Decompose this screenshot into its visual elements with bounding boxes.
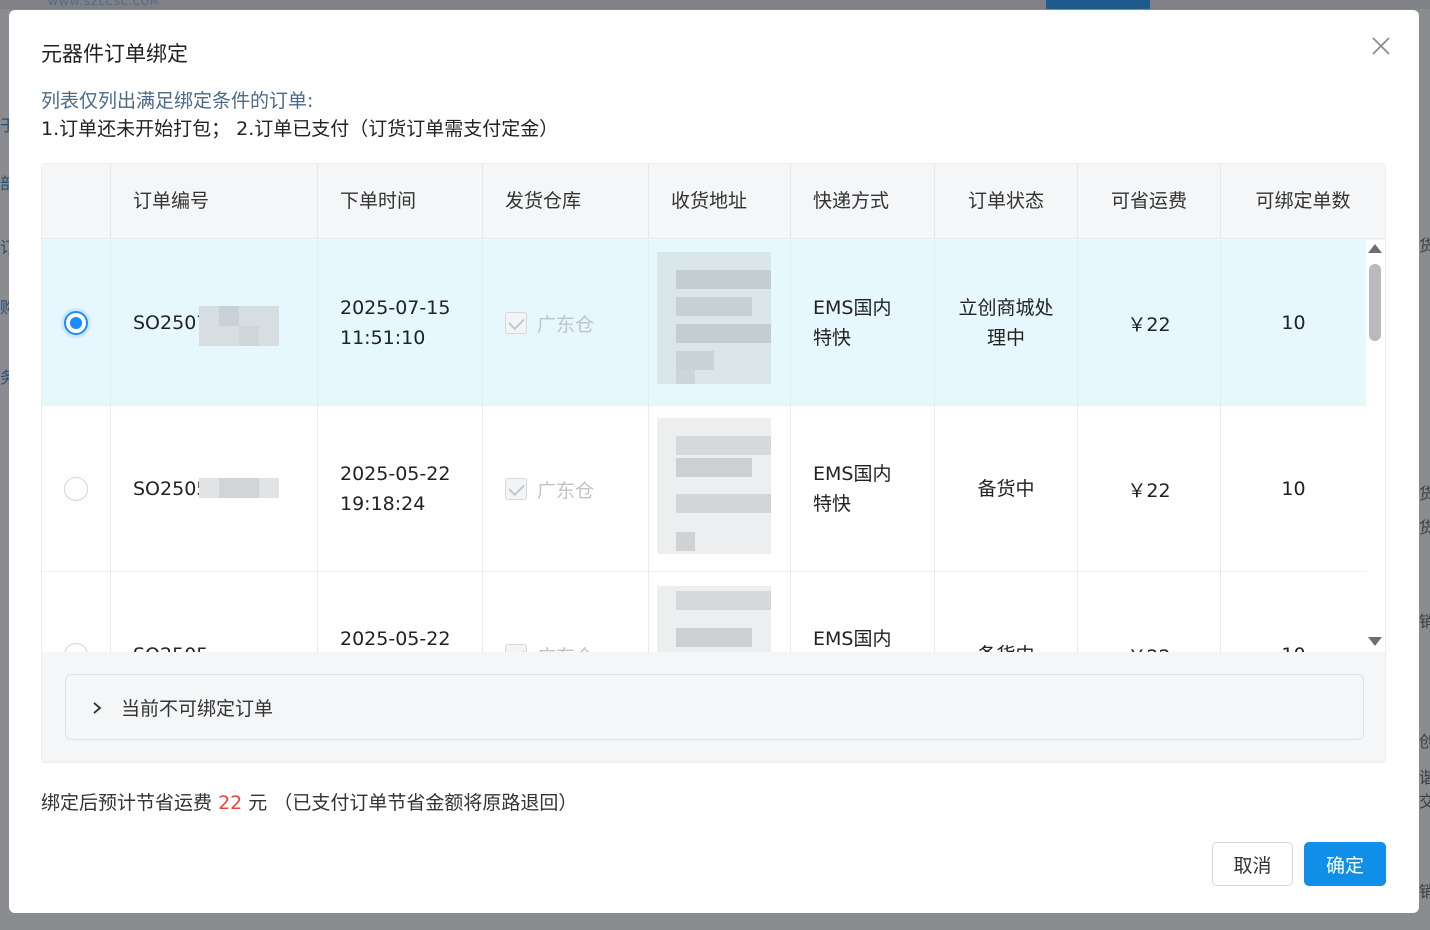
shipping-method: EMS国内 [813, 628, 892, 650]
background-right-text: 销 [1419, 882, 1430, 901]
estimated-saving-note: 绑定后预计节省运费 22 元 （已支付订单节省金额将原路退回） [41, 788, 577, 815]
saving-note-prefix: 绑定后预计节省运费 [41, 792, 213, 814]
warehouse-label: 广东仓 [537, 642, 594, 653]
scroll-up-arrow-icon[interactable] [1368, 244, 1382, 253]
order-time: 19:18:24 [340, 493, 426, 515]
background-right-text: 交 [1419, 792, 1430, 811]
unbindable-orders-toggle[interactable]: 当前不可绑定订单 [65, 674, 1364, 740]
background-logo: WWW.SZLCSC.COM [48, 0, 160, 8]
shipping-saving: ￥22 [1127, 642, 1170, 653]
warehouse-checkbox [505, 478, 527, 500]
scroll-thumb[interactable] [1369, 264, 1381, 341]
column-header-order-no: 订单编号 [111, 164, 318, 239]
background-right-text: 创 [1419, 732, 1430, 751]
order-time: 11:51:10 [340, 327, 426, 349]
column-header-saving: 可省运费 [1078, 164, 1221, 239]
shipping-method-cont: 特快 [813, 493, 852, 515]
background-button [1046, 0, 1150, 9]
bindable-count: 10 [1281, 312, 1306, 334]
table-header: 订单编号 下单时间 发货仓库 收货地址 快递方式 订单状态 可省运费 可绑定单数 [42, 164, 1385, 239]
saving-note-suffix: 元 （已支付订单节省金额将原路退回） [248, 792, 578, 814]
order-status-cont: 理中 [986, 327, 1025, 349]
redacted-address [657, 586, 771, 652]
table-scrollbar[interactable] [1366, 240, 1385, 652]
redacted-address [657, 252, 771, 384]
column-header-order-time: 下单时间 [318, 164, 483, 239]
column-header-status: 订单状态 [935, 164, 1078, 239]
shipping-method: EMS国内 [813, 463, 892, 485]
table-body: SO2507 2025-07-15 11:51:10 广东仓 EMS国内 特快 … [42, 240, 1366, 652]
background-right-text: 货 [1419, 484, 1430, 503]
order-number: SO2507 [133, 312, 209, 334]
unbindable-orders-label: 当前不可绑定订单 [121, 698, 274, 720]
redacted-order-number [199, 306, 279, 346]
order-status: 备货中 [977, 640, 1034, 652]
saving-amount: 22 [218, 792, 243, 814]
close-button[interactable] [1369, 34, 1393, 58]
shipping-method: EMS国内 [813, 297, 892, 319]
order-number: SO2505 [133, 478, 209, 500]
table-row[interactable]: SO2507 2025-07-15 11:51:10 广东仓 EMS国内 特快 … [42, 240, 1366, 406]
redacted-order-number [199, 478, 279, 498]
order-date: 2025-05-22 [340, 463, 451, 485]
order-number: SO2505 [133, 644, 208, 652]
warehouse-checkbox [505, 312, 527, 334]
background-header [0, 0, 1430, 9]
column-header-warehouse: 发货仓库 [483, 164, 649, 239]
column-header-shipping: 快递方式 [791, 164, 935, 239]
scroll-down-arrow-icon[interactable] [1368, 637, 1382, 646]
column-header-address: 收货地址 [649, 164, 791, 239]
bindable-count: 10 [1281, 644, 1305, 652]
warehouse-label: 广东仓 [537, 313, 595, 336]
table-row[interactable]: SO2505 2025-05-22 19:18:24 广东仓 EMS国内 特快 … [42, 406, 1366, 572]
filter-note-heading: 列表仅列出满足绑定条件的订单: [41, 90, 314, 112]
background-right-text: 货 [1419, 236, 1430, 255]
bindable-count: 10 [1281, 478, 1306, 500]
order-binding-dialog: 元器件订单绑定 列表仅列出满足绑定条件的订单: 1.订单还未开始打包； 2.订单… [9, 10, 1419, 913]
cancel-button[interactable]: 取消 [1212, 842, 1293, 886]
chevron-right-icon [93, 702, 102, 714]
confirm-button[interactable]: 确定 [1304, 842, 1386, 886]
shipping-method-cont: 特快 [813, 327, 852, 349]
redacted-address [657, 418, 771, 554]
row-select-radio[interactable] [64, 311, 88, 335]
column-header-count: 可绑定单数 [1255, 190, 1351, 212]
filter-note-conditions: 1.订单还未开始打包； 2.订单已支付（订货订单需支付定金） [41, 118, 559, 140]
table-row[interactable]: SO2505 2025-05-22 广东仓 EMS国内 [42, 572, 1366, 652]
dialog-title: 元器件订单绑定 [41, 42, 188, 66]
warehouse-checkbox [505, 644, 527, 652]
background-right-text: 货 [1419, 518, 1430, 537]
order-date: 2025-07-15 [340, 297, 451, 319]
row-select-radio[interactable] [64, 643, 88, 652]
background-right-text: 谐 [1419, 768, 1430, 787]
shipping-saving: ￥22 [1127, 479, 1171, 502]
column-header-select [42, 164, 111, 239]
order-status: 立创商城处 [958, 297, 1054, 319]
close-icon [1372, 37, 1390, 55]
shipping-saving: ￥22 [1127, 313, 1171, 336]
background-right-text: 销 [1419, 612, 1430, 631]
order-date: 2025-05-22 [340, 628, 451, 650]
order-status: 备货中 [977, 478, 1035, 500]
warehouse-label: 广东仓 [537, 479, 595, 502]
orders-table: 订单编号 下单时间 发货仓库 收货地址 快递方式 订单状态 可省运费 可绑定单数… [41, 163, 1386, 763]
row-select-radio[interactable] [64, 477, 88, 501]
